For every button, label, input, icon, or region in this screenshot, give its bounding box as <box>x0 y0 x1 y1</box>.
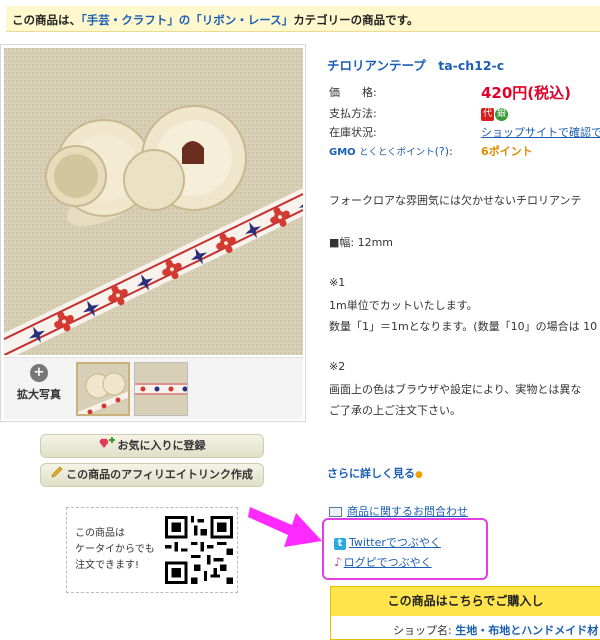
add-to-favorites-label: お気に入りに登録 <box>117 439 206 452</box>
orange-dot-icon: ● <box>415 470 423 480</box>
product-inquiry-link[interactable]: 商品に関するお問合わせ <box>329 503 468 519</box>
purchase-shop-box: この商品はこちらでご購入し ショップ名: 生地・布地とハンドメイド材 <box>330 586 600 640</box>
logpi-icon: ♪ <box>334 555 342 569</box>
social-share-box: t Twitterでつぶやく ♪ ログピでつぶやく <box>322 518 488 580</box>
thumbnail-bar: + 拡大写真 <box>4 357 303 419</box>
stock-label: 在庫状況: <box>329 126 377 139</box>
qr-code <box>165 516 233 584</box>
points-separator: : <box>449 145 453 158</box>
description-line: ※2 <box>329 360 346 373</box>
twitter-share-link[interactable]: t Twitterでつぶやく <box>334 534 441 550</box>
payment-row: 支払方法: 代銀 <box>327 104 600 123</box>
mobile-order-text: この商品は ケータイからでも 注文できます! <box>75 526 161 574</box>
description-line: フォークロアな雰囲気には欠かせないチロリアンテ <box>329 194 582 207</box>
price-row: 価 格: 420円(税込) <box>327 80 600 104</box>
twitter-icon: t <box>334 538 346 550</box>
description-line: ※1 <box>329 276 346 289</box>
price-label: 価 格: <box>329 86 377 99</box>
pencil-icon <box>51 464 63 486</box>
heart-plus-icon <box>99 435 115 457</box>
bank-transfer-icon: 銀 <box>495 107 508 121</box>
logpi-share-label: ログピでつぶやく <box>343 556 432 569</box>
payment-label: 支払方法: <box>329 107 377 120</box>
plus-icon: + <box>30 364 48 382</box>
category-notice-prefix: この商品は、 <box>12 13 81 27</box>
thumbnail-spools[interactable] <box>76 362 130 416</box>
stock-link[interactable]: ショップサイトで確認で <box>481 123 600 142</box>
points-row: GMO とくとくポイント(?): 6ポイント <box>327 142 600 161</box>
price-value: 420円(税込) <box>481 84 572 102</box>
twitter-share-label: Twitterでつぶやく <box>349 536 441 549</box>
purchase-shop-header: この商品はこちらでご購入し <box>331 587 600 616</box>
create-affiliate-link-label: この商品のアフィリエイトリンク作成 <box>66 468 253 481</box>
pink-arrow-icon <box>248 507 322 547</box>
mobile-order-line: 注文できます! <box>75 560 140 571</box>
thumbnail-ribbon[interactable] <box>134 362 188 416</box>
product-main-photo[interactable] <box>4 48 303 355</box>
description-line: 1m単位でカットいたします。 <box>329 299 478 312</box>
gmo-logo: GMO <box>329 147 356 158</box>
category-notice: この商品は、「手芸・クラフト」の「リボン・レース」カテゴリーの商品です。 <box>6 6 600 32</box>
payment-methods: 代銀 <box>481 104 509 123</box>
stock-row: 在庫状況: ショップサイトで確認で <box>327 123 600 142</box>
add-to-favorites-button[interactable]: お気に入りに登録 <box>40 434 264 458</box>
shop-name-link[interactable]: 生地・布地とハンドメイド材 <box>455 624 598 637</box>
shop-name-label: ショップ名: <box>393 624 452 637</box>
mobile-order-line: この商品は <box>75 528 125 539</box>
product-gallery: + 拡大写真 <box>0 44 306 422</box>
cash-on-delivery-icon: 代 <box>481 107 494 121</box>
logpi-share-link[interactable]: ♪ ログピでつぶやく <box>334 554 432 570</box>
product-title: チロリアンテープ ta-ch12-c <box>327 58 505 73</box>
create-affiliate-link-button[interactable]: この商品のアフィリエイトリンク作成 <box>40 463 264 487</box>
category-link[interactable]: 「手芸・クラフト」の「リボン・レース」 <box>81 13 293 27</box>
product-inquiry-label: 商品に関するお問合わせ <box>347 505 468 518</box>
description-line: ■幅: 12mm <box>329 236 394 249</box>
more-details-link[interactable]: さらに詳しく見る● <box>327 465 423 481</box>
zoom-label: 拡大写真 <box>17 388 61 401</box>
mobile-order-line: ケータイからでも <box>75 544 155 555</box>
points-help-link[interactable]: (?) <box>435 145 449 158</box>
gmo-points-label: GMO とくとくポイント(?): <box>329 142 453 162</box>
product-specs: 価 格: 420円(税込) 支払方法: 代銀 在庫状況: ショップサイトで確認で… <box>327 80 600 161</box>
zoom-button[interactable]: + 拡大写真 <box>10 364 68 402</box>
category-notice-suffix: カテゴリーの商品です。 <box>293 13 419 27</box>
description-line: 画面上の色はブラウザや設定により、実物とは異な <box>329 383 582 396</box>
more-details-label: さらに詳しく見る <box>327 467 415 480</box>
mail-icon <box>329 507 342 517</box>
mobile-order-box: この商品は ケータイからでも 注文できます! <box>66 507 238 593</box>
points-value: 6ポイント <box>481 145 533 158</box>
description-line: ご了承の上ご注文下さい。 <box>329 404 461 417</box>
shop-name-row: ショップ名: 生地・布地とハンドメイド材 <box>331 616 600 638</box>
gmo-points-text: とくとくポイント <box>359 147 435 158</box>
description-line: 数量「1」＝1mとなります。(数量「10」の場合は 10 <box>329 320 598 333</box>
